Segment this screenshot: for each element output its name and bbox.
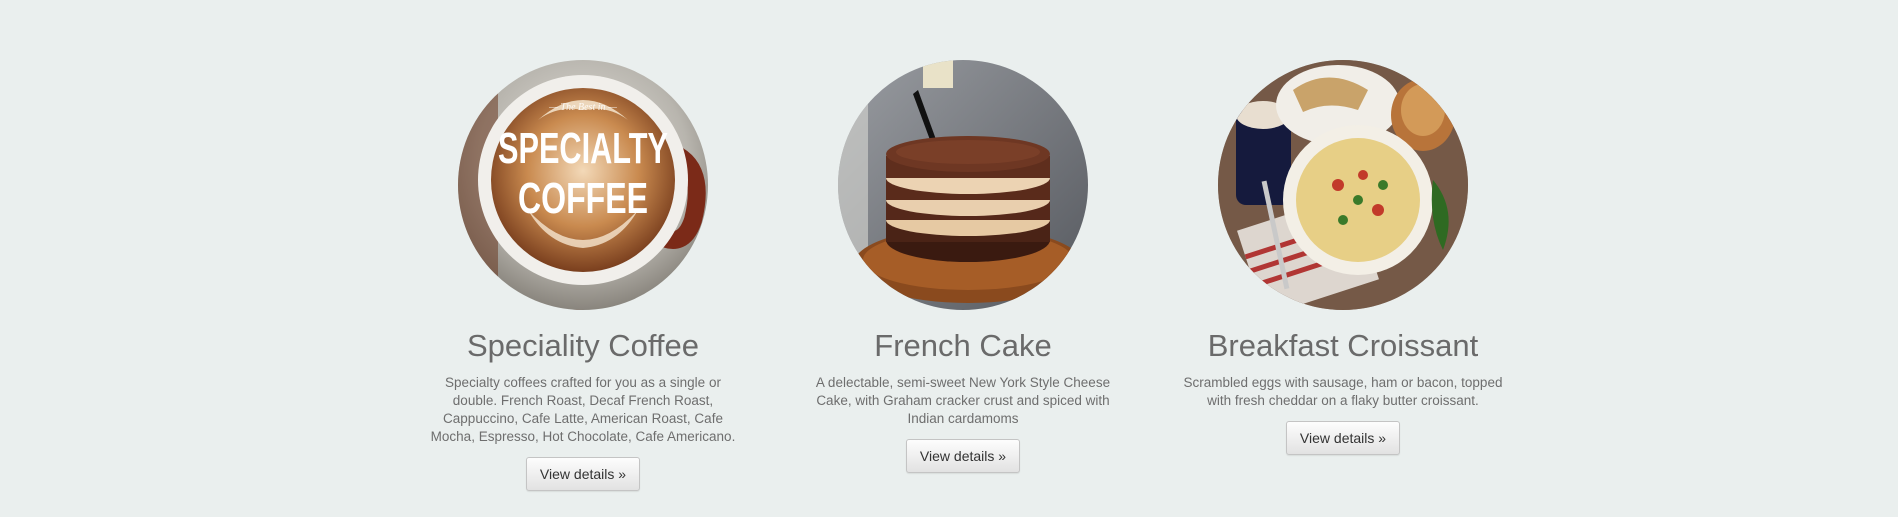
view-details-button[interactable]: View details » xyxy=(525,457,641,491)
coffee-image-small-caption: — The Best in — xyxy=(548,102,617,113)
featured-items-row: — The Best in — SPECIALTY COFFEE Special… xyxy=(0,0,1898,517)
card-description: Specialty coffees crafted for you as a s… xyxy=(430,375,736,444)
card-breakfast-croissant: Breakfast Croissant Scrambled eggs with … xyxy=(1183,60,1503,455)
card-title: French Cake xyxy=(874,328,1052,363)
coffee-image-text-line2: COFFEE xyxy=(518,174,648,223)
card-french-cake: French Cake A delectable, semi-sweet New… xyxy=(803,60,1123,473)
layer-cake-image xyxy=(838,60,1088,310)
card-title: Speciality Coffee xyxy=(466,328,700,363)
view-details-button[interactable]: View details » xyxy=(1285,421,1401,455)
card-description: Scrambled eggs with sausage, ham or baco… xyxy=(1183,375,1503,408)
coffee-cup-image: — The Best in — SPECIALTY COFFEE xyxy=(458,60,708,310)
view-details-button[interactable]: View details » xyxy=(905,439,1021,473)
breakfast-plate-image xyxy=(1218,60,1468,310)
card-speciality-coffee: — The Best in — SPECIALTY COFFEE Special… xyxy=(423,60,743,491)
coffee-image-text-line1: SPECIALTY xyxy=(498,124,668,173)
card-title: Breakfast Croissant xyxy=(1207,328,1479,363)
card-description: A delectable, semi-sweet New York Style … xyxy=(815,375,1111,426)
